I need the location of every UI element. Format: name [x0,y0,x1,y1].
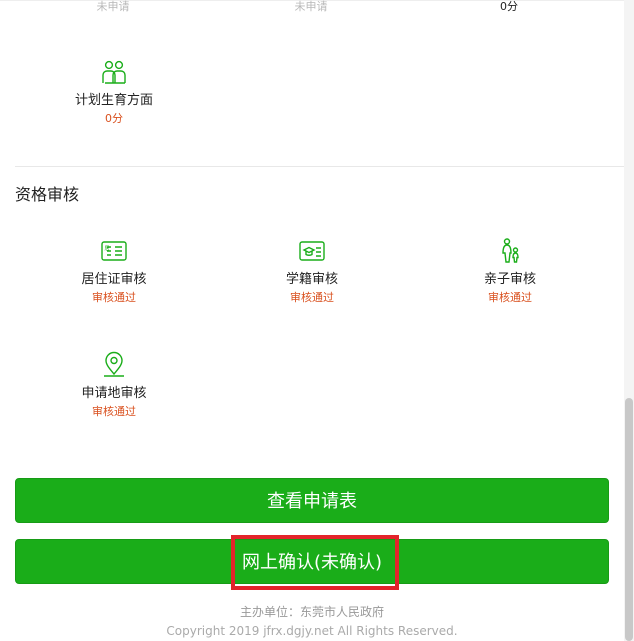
application-location-review[interactable]: 申请地审核 审核通过 [14,351,214,419]
online-confirm-button[interactable]: 网上确认(未确认) [15,539,609,584]
parent-child-label: 亲子审核 [483,272,536,287]
section-divider [15,166,624,167]
family-planning-label: 计划生育方面 [74,93,153,108]
family-planning-item[interactable]: 计划生育方面 0分 [14,58,214,126]
svg-text:居: 居 [105,246,110,252]
family-icon [102,60,126,84]
residence-permit-label: 居住证审核 [81,272,147,287]
page: 未申请 未申请 0分 计划生育方面 0分 资格审核 居 居住证审核 审核通过 学… [0,0,634,641]
student-status-icon [299,241,325,261]
residence-card-icon: 居 [101,241,127,261]
scrollbar-thumb[interactable] [625,398,633,641]
view-application-button[interactable]: 查看申请表 [15,478,609,523]
location-pin-icon [104,351,124,377]
parent-child-icon [502,238,519,263]
footer-copyright: Copyright 2019 jfrx.dgjy.net All Rights … [166,624,458,638]
footer-organizer: 主办单位：东莞市人民政府 [239,605,384,619]
family-planning-score: 0分 [105,112,123,125]
prev-row-status-1: 未申请 [96,0,130,13]
parent-child-status: 审核通过 [488,291,532,304]
prev-row-status-3: 0分 [500,0,518,13]
qualification-title: 资格审核 [15,185,80,204]
student-status-status: 审核通过 [290,291,334,304]
residence-permit-status: 审核通过 [92,291,136,304]
application-location-label: 申请地审核 [81,386,147,401]
prev-row-status-2: 未申请 [294,0,328,13]
student-status-review[interactable]: 学籍审核 审核通过 [212,237,412,305]
residence-permit-review[interactable]: 居 居住证审核 审核通过 [14,237,214,305]
application-location-status: 审核通过 [92,405,136,418]
student-status-label: 学籍审核 [285,272,338,287]
parent-child-review[interactable]: 亲子审核 审核通过 [410,237,610,305]
